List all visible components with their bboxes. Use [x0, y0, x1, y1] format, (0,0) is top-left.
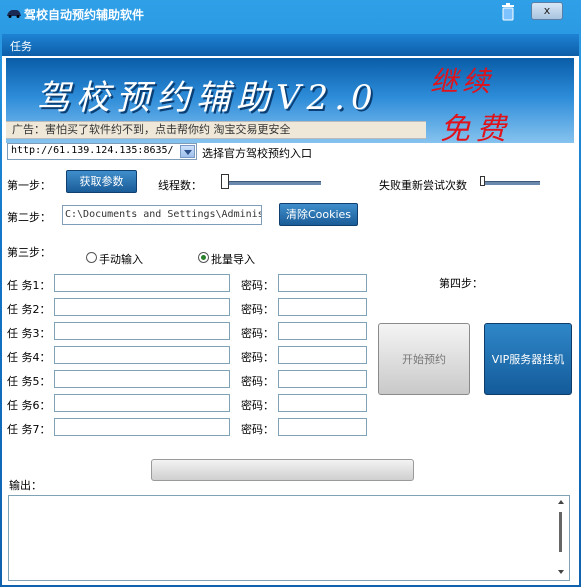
task3-input[interactable]	[54, 322, 230, 340]
task6-password-label: 密码：	[241, 399, 274, 412]
banner-logo: 驾校预约辅助V2.0	[36, 78, 379, 118]
task4-input[interactable]	[54, 346, 230, 364]
scroll-thumb[interactable]	[559, 512, 562, 552]
banner: 驾校预约辅助V2.0 继续 免费 广告：害怕买了软件约不到，点击帮你约 淘宝交易…	[6, 58, 574, 143]
menu-bar: 任务	[2, 34, 579, 56]
title-bar[interactable]: 驾校自动预约辅助软件 x	[0, 0, 581, 28]
get-params-button[interactable]: 获取参数	[66, 170, 137, 193]
start-booking-button[interactable]: 开始预约	[378, 323, 470, 395]
radio-batch-label[interactable]: 批量导入	[211, 251, 255, 267]
task6-password-input[interactable]	[278, 394, 367, 412]
task2-label: 任 务2：	[7, 303, 51, 316]
task7-input[interactable]	[54, 418, 230, 436]
radio-manual-label[interactable]: 手动输入	[99, 251, 143, 267]
car-icon	[7, 10, 21, 18]
step3-label: 第三步：	[7, 246, 51, 259]
task2-input[interactable]	[54, 298, 230, 316]
step2-label: 第二步：	[7, 211, 51, 224]
entry-url-combo[interactable]: http://61.139.124.135:8635/	[7, 143, 197, 160]
entry-url-label: 选择官方驾校预约入口	[202, 147, 312, 160]
task2-password-input[interactable]	[278, 298, 367, 316]
task5-label: 任 务5：	[7, 375, 51, 388]
task6-input[interactable]	[54, 394, 230, 412]
task3-password-label: 密码：	[241, 327, 274, 340]
output-scrollbar[interactable]	[555, 498, 567, 578]
task3-label: 任 务3：	[7, 327, 51, 340]
chevron-down-icon[interactable]	[180, 145, 195, 158]
vip-server-button[interactable]: VIP服务器挂机	[484, 323, 572, 395]
window-title: 驾校自动预约辅助软件	[24, 8, 145, 22]
task7-label: 任 务7：	[7, 423, 51, 436]
task7-password-input[interactable]	[278, 418, 367, 436]
cookie-path-input[interactable]: C:\Documents and Settings\Adminis	[62, 205, 262, 225]
task4-password-input[interactable]	[278, 346, 367, 364]
output-textarea[interactable]	[8, 495, 570, 581]
clear-cookies-button[interactable]: 清除Cookies	[279, 203, 358, 226]
task6-label: 任 务6：	[7, 399, 51, 412]
task1-password-input[interactable]	[278, 274, 367, 292]
banner-free-text: 免费	[440, 112, 512, 143]
step1-label: 第一步：	[7, 179, 51, 192]
close-button[interactable]: x	[531, 2, 563, 20]
retry-slider-track[interactable]	[482, 181, 540, 185]
threads-label: 线程数：	[158, 179, 202, 192]
ad-ticker[interactable]: 广告：害怕买了软件约不到，点击帮你约 淘宝交易更安全	[6, 121, 426, 139]
main-panel: 驾校预约辅助V2.0 继续 免费 广告：害怕买了软件约不到，点击帮你约 淘宝交易…	[2, 56, 579, 585]
output-label: 输出：	[9, 479, 42, 492]
task1-password-label: 密码：	[241, 279, 274, 292]
step4-label: 第四步：	[439, 277, 483, 290]
scroll-up-icon[interactable]	[558, 500, 564, 504]
task5-password-label: 密码：	[241, 375, 274, 388]
radio-manual[interactable]	[86, 252, 97, 263]
retry-label: 失败重新尝试次数	[379, 179, 467, 192]
task2-password-label: 密码：	[241, 303, 274, 316]
task7-password-label: 密码：	[241, 423, 274, 436]
trash-icon[interactable]	[500, 3, 516, 21]
progress-bar	[151, 459, 414, 481]
banner-continue-text: 继续	[430, 65, 495, 98]
scroll-down-icon[interactable]	[558, 570, 564, 574]
task4-password-label: 密码：	[241, 351, 274, 364]
task1-input[interactable]	[54, 274, 230, 292]
entry-url-value: http://61.139.124.135:8635/	[11, 145, 174, 156]
ad-ticker-text: 广告：害怕买了软件约不到，点击帮你约 淘宝交易更安全	[12, 123, 291, 136]
task5-password-input[interactable]	[278, 370, 367, 388]
task4-label: 任 务4：	[7, 351, 51, 364]
threads-slider-track[interactable]	[223, 181, 321, 185]
task1-label: 任 务1：	[7, 279, 51, 292]
app-window: 驾校自动预约辅助软件 x 任务 驾校预约辅助V2.0 继续 免费 广告：害怕买了…	[0, 0, 581, 587]
task5-input[interactable]	[54, 370, 230, 388]
radio-batch[interactable]	[198, 252, 209, 263]
threads-slider-thumb[interactable]	[221, 174, 229, 189]
menu-item-task[interactable]: 任务	[10, 38, 32, 54]
task3-password-input[interactable]	[278, 322, 367, 340]
retry-slider-thumb[interactable]	[480, 176, 485, 186]
